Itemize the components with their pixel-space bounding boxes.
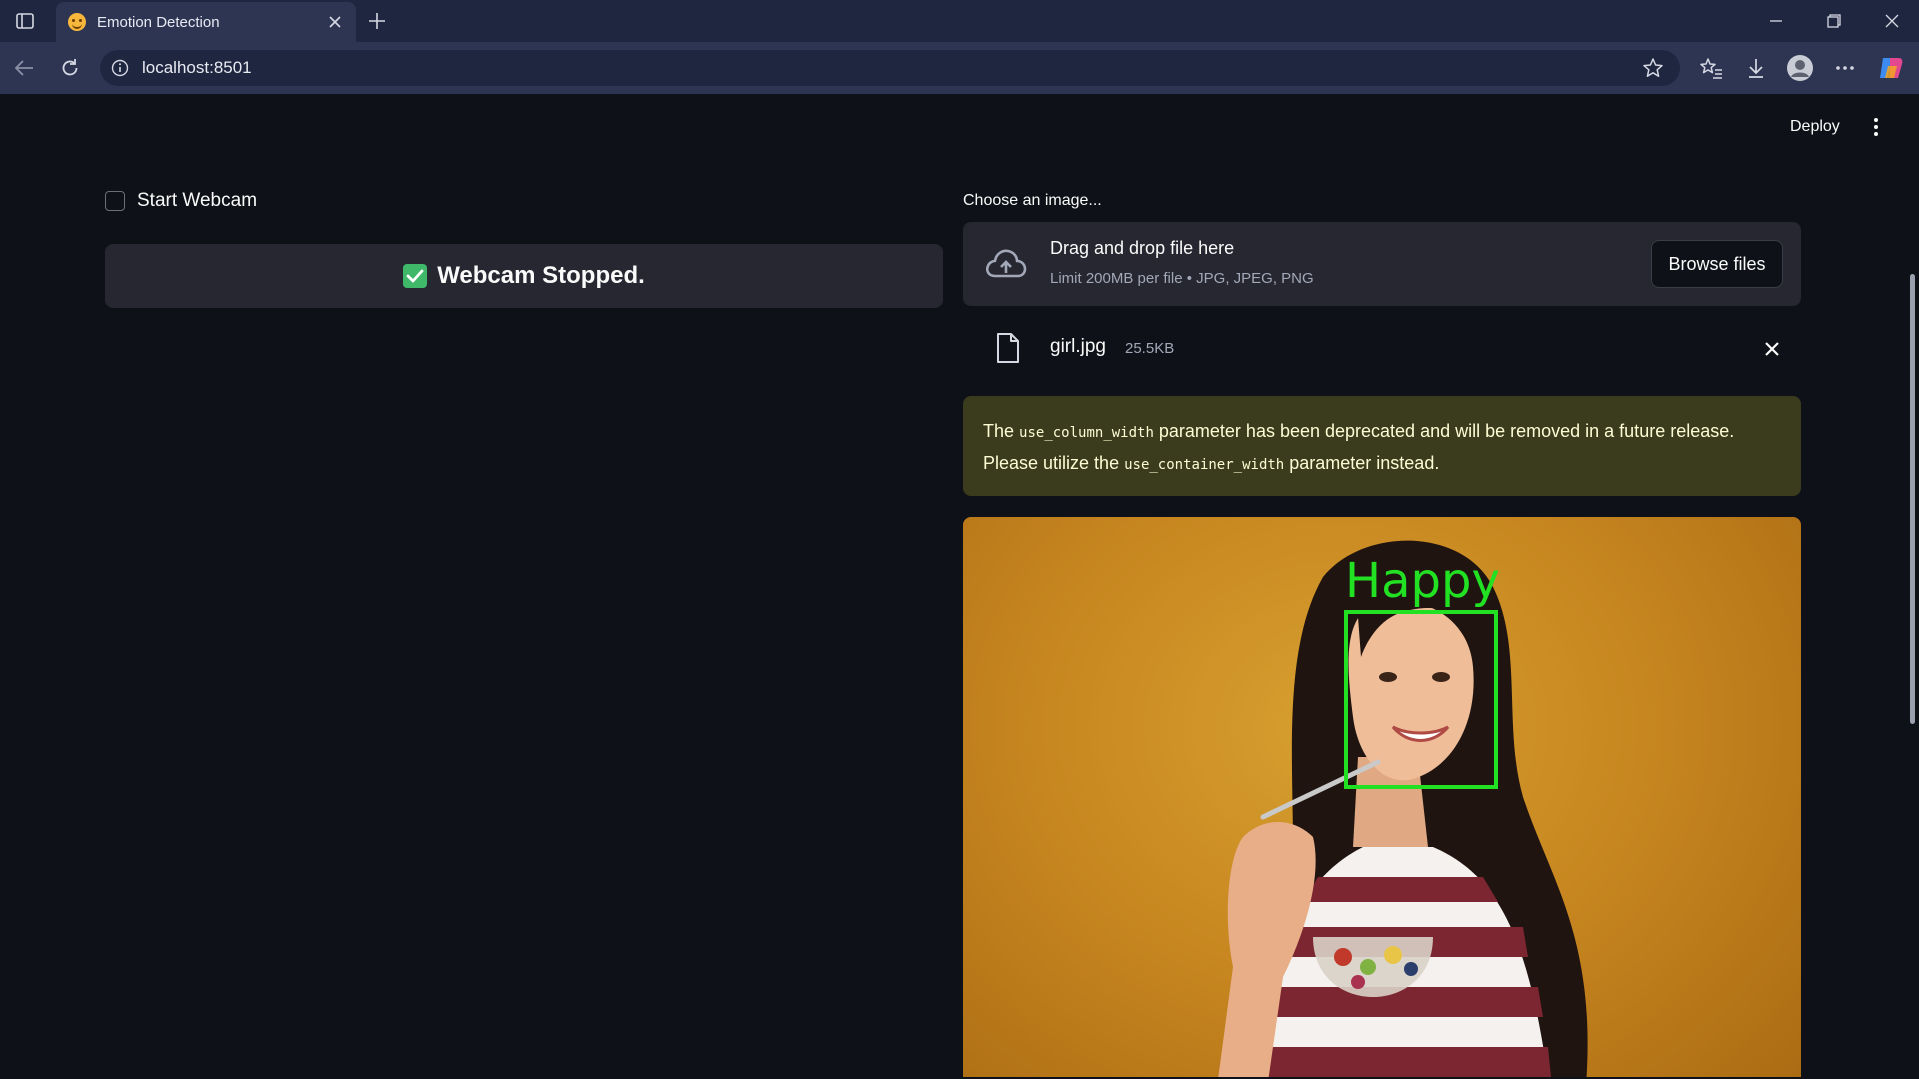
restore-icon[interactable]: [1814, 8, 1854, 34]
webcam-status-text: Webcam Stopped.: [437, 262, 645, 289]
uploaded-file-size: 25.5KB: [1125, 340, 1175, 357]
more-options-icon[interactable]: [1830, 54, 1860, 82]
uploaded-file-row: girl.jpg 25.5KB: [963, 322, 1801, 376]
file-icon: [997, 333, 1019, 363]
profile-avatar-icon[interactable]: [1785, 54, 1815, 82]
warning-code-1: use_column_width: [1019, 425, 1154, 441]
new-tab-plus-icon[interactable]: [364, 8, 390, 34]
browser-titlebar: Emotion Detection: [0, 0, 1919, 42]
warning-text-1: The: [983, 421, 1020, 441]
uploader-label: Choose an image...: [963, 192, 1102, 209]
page-scrollbar[interactable]: [1906, 94, 1919, 1079]
close-window-icon[interactable]: [1872, 8, 1912, 34]
result-image: Happy: [963, 517, 1801, 1077]
deprecation-warning: The use_column_width parameter has been …: [963, 396, 1801, 496]
emotion-label: Happy: [1345, 553, 1500, 609]
emotion-result-illustration: Happy: [1218, 540, 1588, 1077]
reload-icon[interactable]: [56, 54, 84, 82]
smiley-favicon-icon: [68, 13, 86, 31]
webcam-checkbox-label: Start Webcam: [137, 190, 258, 211]
main-menu-icon[interactable]: [1863, 112, 1889, 142]
webcam-checkbox[interactable]: [105, 191, 125, 211]
scrollbar-thumb[interactable]: [1910, 274, 1915, 724]
sidebar-toggle-icon[interactable]: [12, 9, 38, 33]
deploy-button[interactable]: Deploy: [1782, 114, 1848, 140]
dropzone-title: Drag and drop file here: [1050, 238, 1235, 258]
dropzone-subtitle: Limit 200MB per file • JPG, JPEG, PNG: [1050, 270, 1314, 287]
minimize-icon[interactable]: [1756, 8, 1796, 34]
warning-text-3: parameter instead.: [1284, 453, 1440, 473]
remove-file-close-icon[interactable]: [1759, 336, 1785, 362]
uploaded-file-name: girl.jpg: [1050, 336, 1106, 357]
site-info-icon[interactable]: [110, 58, 130, 78]
browser-toolbar: localhost:8501: [0, 42, 1919, 94]
download-icon[interactable]: [1741, 54, 1771, 82]
cloud-upload-icon: [985, 249, 1027, 278]
check-mark-icon: [403, 264, 428, 288]
app-page: Deploy Start Webcam Webcam Stopped. Choo…: [5, 94, 1915, 1077]
tab-close-icon[interactable]: [324, 11, 346, 33]
favorite-star-icon[interactable]: [1640, 55, 1666, 81]
favorites-list-icon[interactable]: [1696, 54, 1726, 82]
webcam-status-box: Webcam Stopped.: [105, 244, 943, 308]
copilot-icon[interactable]: [1876, 54, 1906, 82]
browser-tab[interactable]: Emotion Detection: [56, 2, 356, 42]
tab-title: Emotion Detection: [97, 13, 220, 31]
browse-files-button[interactable]: Browse files: [1651, 240, 1783, 288]
url-text: localhost:8501: [142, 58, 252, 77]
file-dropzone[interactable]: Drag and drop file here Limit 200MB per …: [963, 222, 1801, 306]
webcam-checkbox-row[interactable]: Start Webcam: [105, 190, 257, 212]
address-bar[interactable]: localhost:8501: [100, 50, 1680, 86]
warning-code-2: use_container_width: [1124, 457, 1285, 473]
back-arrow-icon[interactable]: [10, 54, 38, 82]
